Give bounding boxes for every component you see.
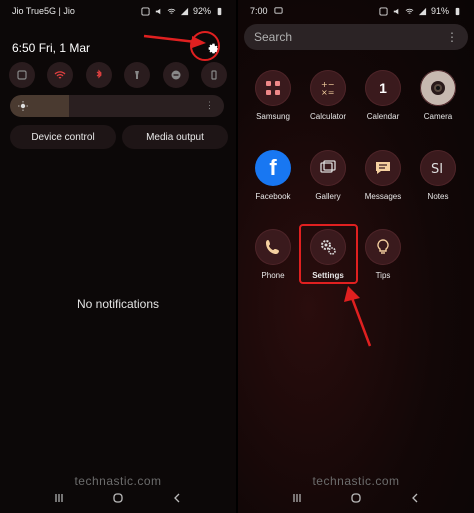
- app-drawer: 7:00 91% ⋮ Samsung +−×= Calculator 1 Cal…: [238, 0, 474, 513]
- signal-icon: [180, 7, 189, 15]
- more-options-icon[interactable]: ⋮: [446, 30, 458, 44]
- more-options-icon[interactable]: ⋮: [205, 100, 214, 111]
- nfc-icon: [17, 70, 27, 80]
- app-label: Samsung: [256, 112, 290, 121]
- app-label: Phone: [261, 271, 285, 280]
- app-label: Messages: [364, 192, 402, 201]
- back-icon[interactable]: [171, 492, 183, 504]
- app-label: Notes: [427, 192, 449, 201]
- calculator-icon: +−×=: [321, 80, 334, 97]
- wifi-icon: [167, 8, 176, 14]
- app-camera[interactable]: Camera: [411, 70, 465, 121]
- battery-icon: [217, 7, 222, 15]
- gear-highlight-circle: [190, 31, 220, 61]
- wifi-icon: [54, 71, 66, 79]
- svg-text:SI: SI: [431, 162, 443, 177]
- samsung-folder-icon: [266, 81, 280, 95]
- settings-highlight-box: [299, 224, 358, 284]
- watermark: technastic.com: [74, 474, 162, 488]
- gallery-notification-icon: [274, 7, 283, 14]
- home-icon[interactable]: [350, 492, 362, 504]
- navigation-bar: [0, 489, 236, 507]
- quick-setting-bluetooth[interactable]: [85, 62, 112, 88]
- quick-setting-do-not-disturb[interactable]: [162, 62, 189, 88]
- app-phone[interactable]: Phone: [246, 229, 300, 280]
- media-output-button[interactable]: Media output: [122, 125, 228, 149]
- battery-icon: [455, 7, 460, 15]
- app-label: Calculator: [309, 112, 346, 121]
- svg-text:×=: ×=: [321, 88, 334, 97]
- quick-setting-wifi[interactable]: [47, 62, 74, 88]
- notification-panel: Jio True5G | Jio 92% 6:50 Fri, 1 Mar ⋮ D…: [0, 0, 236, 513]
- do-not-disturb-icon: [171, 70, 181, 80]
- clock-text: 7:00: [250, 6, 268, 16]
- app-tips[interactable]: Tips: [356, 229, 410, 280]
- tips-bulb-icon: [377, 239, 389, 254]
- app-calculator[interactable]: +− ×= Calculator: [301, 70, 355, 121]
- recents-icon[interactable]: [53, 492, 65, 504]
- app-label: Facebook: [255, 192, 291, 201]
- mute-icon: [155, 8, 161, 14]
- messages-icon: [376, 162, 390, 174]
- recents-icon[interactable]: [291, 492, 303, 504]
- battery-saver-icon: [211, 70, 217, 80]
- gallery-icon: [320, 160, 336, 173]
- app-label: Gallery: [315, 192, 341, 201]
- app-search-bar[interactable]: ⋮: [244, 24, 468, 50]
- flashlight-icon: [135, 71, 140, 79]
- app-gallery[interactable]: Gallery: [301, 150, 355, 201]
- battery-text: 91%: [430, 6, 449, 16]
- app-messages[interactable]: Messages: [356, 150, 410, 201]
- bluetooth-icon: [96, 69, 102, 79]
- quick-setting-nfc[interactable]: [9, 62, 35, 88]
- phone-icon: [266, 240, 279, 254]
- battery-text: 92%: [192, 6, 211, 16]
- wifi-icon: [405, 8, 414, 14]
- nfc-icon: [141, 6, 150, 16]
- app-samsung[interactable]: Samsung: [246, 70, 300, 121]
- signal-icon: [418, 7, 427, 15]
- facebook-icon: f: [269, 155, 277, 180]
- nfc-icon: [379, 6, 388, 16]
- brightness-slider[interactable]: ⋮: [10, 95, 224, 117]
- navigation-bar: [238, 489, 474, 507]
- home-icon[interactable]: [112, 492, 124, 504]
- quick-setting-flashlight[interactable]: [124, 62, 151, 88]
- app-calendar[interactable]: 1 Calendar: [356, 70, 410, 121]
- back-icon[interactable]: [409, 492, 421, 504]
- app-label: Tips: [375, 271, 391, 280]
- app-label: Camera: [423, 112, 453, 121]
- app-facebook[interactable]: f Facebook: [246, 150, 300, 201]
- app-notes[interactable]: SI Notes: [411, 150, 465, 201]
- sun-icon: [18, 101, 28, 111]
- red-arrow-annotation: [344, 286, 372, 347]
- device-control-button[interactable]: Device control: [10, 125, 116, 149]
- quick-setting-battery-saver[interactable]: [200, 62, 227, 88]
- app-label: Calendar: [366, 112, 400, 121]
- search-input[interactable]: [254, 30, 446, 44]
- status-bar: 7:00 91%: [238, 0, 474, 22]
- date-time: 6:50 Fri, 1 Mar: [12, 41, 91, 55]
- carrier-text: Jio True5G | Jio: [12, 6, 75, 16]
- no-notifications-text: No notifications: [76, 297, 160, 311]
- mute-icon: [393, 8, 399, 14]
- watermark: technastic.com: [312, 474, 400, 488]
- status-bar: Jio True5G | Jio 92%: [0, 0, 236, 22]
- calendar-icon: 1: [379, 80, 387, 96]
- notes-icon: SI: [431, 162, 443, 177]
- camera-icon: [431, 81, 445, 95]
